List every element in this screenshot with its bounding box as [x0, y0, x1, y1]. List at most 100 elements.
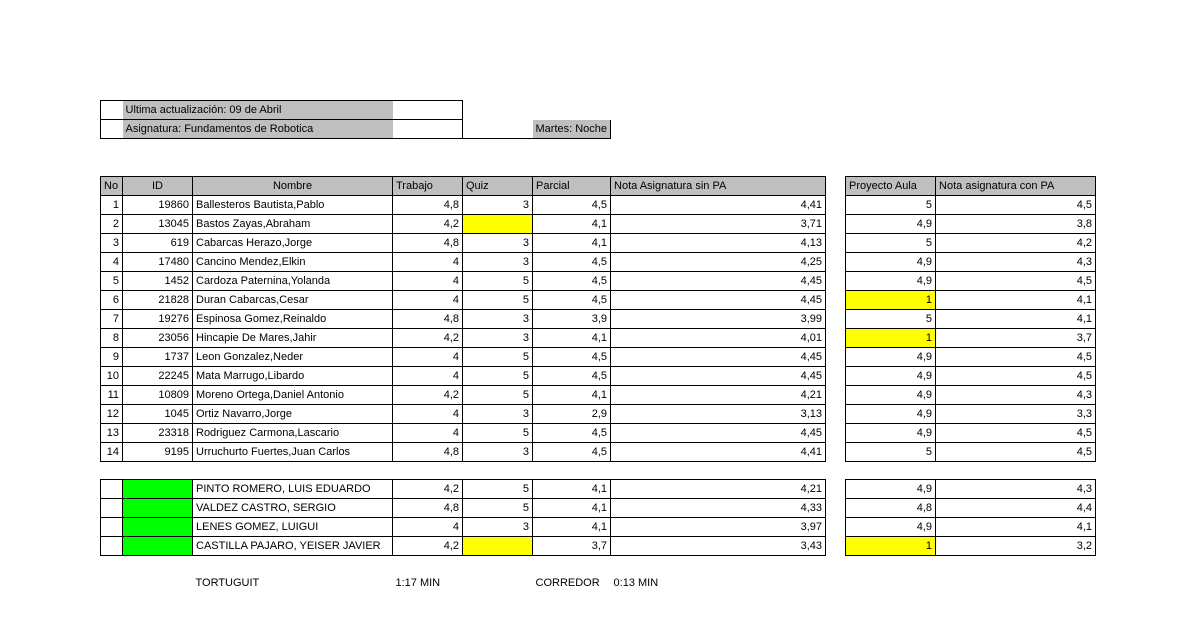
cell-trabajo[interactable]: 4,8 — [393, 499, 463, 518]
cell-quiz[interactable]: 3 — [463, 405, 533, 424]
cell-name[interactable]: Ballesteros Bautista,Pablo — [193, 196, 393, 215]
cell-nota-con[interactable]: 4,1 — [936, 518, 1096, 537]
cell-quiz[interactable]: 3 — [463, 329, 533, 348]
cell-no[interactable]: 3 — [101, 234, 123, 253]
cell-nota-con[interactable]: 3,3 — [936, 405, 1096, 424]
cell-nota-sin[interactable]: 4,41 — [611, 443, 826, 462]
cell-parcial[interactable]: 2,9 — [533, 405, 611, 424]
cell-trabajo[interactable]: 4,8 — [393, 196, 463, 215]
cell-nota-sin[interactable]: 4,13 — [611, 234, 826, 253]
cell-parcial[interactable]: 4,5 — [533, 443, 611, 462]
cell-name[interactable]: Hincapie De Mares,Jahir — [193, 329, 393, 348]
cell-quiz[interactable]: 5 — [463, 424, 533, 443]
cell-parcial[interactable]: 4,1 — [533, 386, 611, 405]
cell-nota-sin[interactable]: 3,43 — [611, 537, 826, 556]
cell-quiz[interactable]: 5 — [463, 367, 533, 386]
cell-no[interactable] — [101, 480, 123, 499]
cell-trabajo[interactable]: 4 — [393, 405, 463, 424]
cell-nota-sin[interactable]: 4,45 — [611, 272, 826, 291]
cell-no[interactable]: 11 — [101, 386, 123, 405]
cell-proyecto[interactable]: 4,9 — [846, 272, 936, 291]
cell-nota-con[interactable]: 3,2 — [936, 537, 1096, 556]
cell-parcial[interactable]: 3,9 — [533, 310, 611, 329]
cell-name[interactable]: Leon Gonzalez,Neder — [193, 348, 393, 367]
cell-quiz[interactable]: 3 — [463, 443, 533, 462]
cell-nota-con[interactable]: 3,8 — [936, 215, 1096, 234]
cell-nota-sin[interactable]: 4,21 — [611, 386, 826, 405]
cell-trabajo[interactable]: 4,2 — [393, 215, 463, 234]
cell-no[interactable] — [101, 499, 123, 518]
cell-parcial[interactable]: 4,5 — [533, 196, 611, 215]
cell-parcial[interactable]: 4,5 — [533, 424, 611, 443]
cell-nota-sin[interactable]: 4,45 — [611, 367, 826, 386]
cell-trabajo[interactable]: 4,2 — [393, 329, 463, 348]
cell-proyecto[interactable]: 4,9 — [846, 367, 936, 386]
cell-parcial[interactable]: 4,1 — [533, 234, 611, 253]
cell-proyecto[interactable]: 4,9 — [846, 480, 936, 499]
cell-name[interactable]: Bastos Zayas,Abraham — [193, 215, 393, 234]
cell-nota-sin[interactable]: 4,45 — [611, 291, 826, 310]
cell-nota-con[interactable]: 4,5 — [936, 272, 1096, 291]
cell-name[interactable]: Mata Marrugo,Libardo — [193, 367, 393, 386]
cell-quiz[interactable] — [463, 537, 533, 556]
cell-id[interactable]: 17480 — [123, 253, 193, 272]
cell-proyecto[interactable]: 5 — [846, 443, 936, 462]
cell-proyecto[interactable]: 4,8 — [846, 499, 936, 518]
cell-trabajo[interactable]: 4 — [393, 518, 463, 537]
cell-proyecto[interactable]: 4,9 — [846, 424, 936, 443]
cell-id[interactable]: 23056 — [123, 329, 193, 348]
cell-trabajo[interactable]: 4,2 — [393, 480, 463, 499]
cell-parcial[interactable]: 3,7 — [533, 537, 611, 556]
cell-name[interactable]: VALDEZ CASTRO, SERGIO — [193, 499, 393, 518]
cell-no[interactable]: 12 — [101, 405, 123, 424]
cell-nota-sin[interactable]: 4,45 — [611, 348, 826, 367]
cell-nota-sin[interactable]: 4,25 — [611, 253, 826, 272]
cell-trabajo[interactable]: 4,8 — [393, 310, 463, 329]
cell-proyecto[interactable]: 4,9 — [846, 518, 936, 537]
cell-name[interactable]: Rodriguez Carmona,Lascario — [193, 424, 393, 443]
cell-id[interactable]: 10809 — [123, 386, 193, 405]
cell-trabajo[interactable]: 4 — [393, 272, 463, 291]
cell-id[interactable]: 19276 — [123, 310, 193, 329]
cell-id[interactable]: 22245 — [123, 367, 193, 386]
cell-nota-con[interactable]: 4,3 — [936, 253, 1096, 272]
cell-no[interactable]: 8 — [101, 329, 123, 348]
cell-nota-con[interactable]: 4,3 — [936, 386, 1096, 405]
cell-id[interactable]: 13045 — [123, 215, 193, 234]
cell-id[interactable]: 9195 — [123, 443, 193, 462]
cell-trabajo[interactable]: 4 — [393, 348, 463, 367]
cell-id[interactable]: 1737 — [123, 348, 193, 367]
cell-name[interactable]: Duran Cabarcas,Cesar — [193, 291, 393, 310]
cell-id[interactable] — [123, 518, 193, 537]
cell-no[interactable]: 14 — [101, 443, 123, 462]
cell-name[interactable]: Moreno Ortega,Daniel Antonio — [193, 386, 393, 405]
cell-quiz[interactable]: 5 — [463, 499, 533, 518]
cell-nota-con[interactable]: 4,5 — [936, 424, 1096, 443]
cell-nota-con[interactable]: 4,4 — [936, 499, 1096, 518]
cell-quiz[interactable]: 5 — [463, 291, 533, 310]
cell-proyecto[interactable]: 4,9 — [846, 215, 936, 234]
cell-quiz[interactable] — [463, 215, 533, 234]
cell-id[interactable]: 21828 — [123, 291, 193, 310]
cell-quiz[interactable]: 5 — [463, 480, 533, 499]
cell-quiz[interactable]: 5 — [463, 348, 533, 367]
cell-trabajo[interactable]: 4,8 — [393, 234, 463, 253]
cell-proyecto[interactable]: 1 — [846, 329, 936, 348]
cell-nota-sin[interactable]: 3,97 — [611, 518, 826, 537]
cell-id[interactable]: 619 — [123, 234, 193, 253]
cell-no[interactable]: 13 — [101, 424, 123, 443]
cell-parcial[interactable]: 4,1 — [533, 480, 611, 499]
cell-name[interactable]: Cabarcas Herazo,Jorge — [193, 234, 393, 253]
cell-no[interactable]: 7 — [101, 310, 123, 329]
cell-no[interactable]: 2 — [101, 215, 123, 234]
cell-name[interactable]: Espinosa Gomez,Reinaldo — [193, 310, 393, 329]
cell-name[interactable]: Cancino Mendez,Elkin — [193, 253, 393, 272]
cell-no[interactable]: 5 — [101, 272, 123, 291]
cell-id[interactable]: 19860 — [123, 196, 193, 215]
cell-nota-con[interactable]: 4,5 — [936, 367, 1096, 386]
cell-nota-con[interactable]: 4,5 — [936, 443, 1096, 462]
cell-trabajo[interactable]: 4 — [393, 291, 463, 310]
cell-parcial[interactable]: 4,5 — [533, 291, 611, 310]
cell-trabajo[interactable]: 4,2 — [393, 537, 463, 556]
cell-quiz[interactable]: 3 — [463, 234, 533, 253]
